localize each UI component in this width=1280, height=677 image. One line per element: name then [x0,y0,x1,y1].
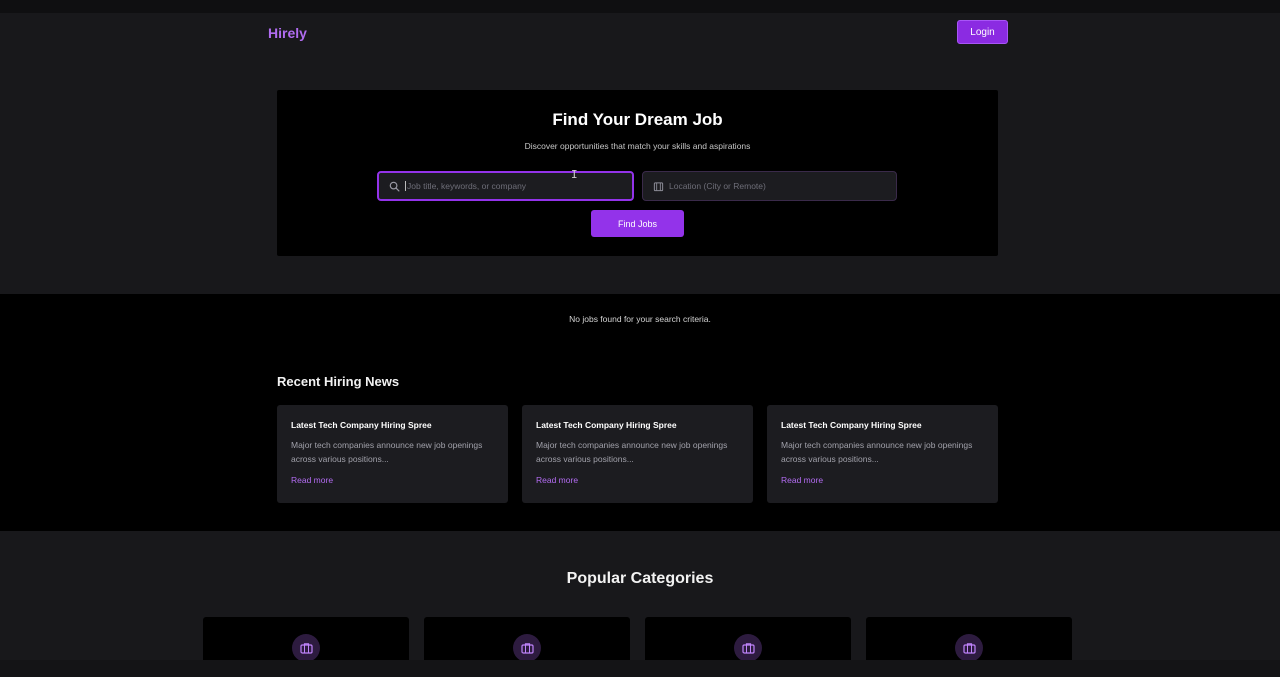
news-card: Latest Tech Company Hiring Spree Major t… [767,405,998,503]
briefcase-icon [292,634,320,662]
bottom-bar [0,660,1280,677]
news-card-body: Major tech companies announce new job op… [291,440,483,464]
job-search-input[interactable] [407,181,617,191]
news-card-title: Latest Tech Company Hiring Spree [536,420,677,430]
find-jobs-button[interactable]: Find Jobs [591,210,684,237]
news-card-title: Latest Tech Company Hiring Spree [781,420,922,430]
read-more-link[interactable]: Read more [291,475,333,485]
read-more-link[interactable]: Read more [781,475,823,485]
brand-logo[interactable]: Hirely [268,25,307,41]
categories-section-title: Popular Categories [566,570,714,587]
building-icon [652,180,664,192]
location-input[interactable] [669,181,879,191]
mouse-cursor-icon: I [571,168,578,181]
location-field[interactable] [642,171,897,201]
news-card: Latest Tech Company Hiring Spree Major t… [277,405,508,503]
login-button[interactable]: Login [957,20,1008,44]
news-card-title: Latest Tech Company Hiring Spree [291,420,432,430]
news-card: Latest Tech Company Hiring Spree Major t… [522,405,753,503]
briefcase-icon [955,634,983,662]
top-bar [0,0,1280,13]
job-search-field[interactable] [377,171,634,201]
text-caret [405,181,406,191]
briefcase-icon [734,634,762,662]
news-section-title: Recent Hiring News [277,374,400,389]
no-jobs-message: No jobs found for your search criteria. [569,314,711,324]
news-card-body: Major tech companies announce new job op… [781,440,973,464]
read-more-link[interactable]: Read more [536,475,578,485]
hero-title: Find Your Dream Job [552,110,723,129]
hero-search-panel: Find Your Dream Job Discover opportuniti… [277,90,998,256]
hero-subtitle: Discover opportunities that match your s… [524,141,751,151]
briefcase-icon [513,634,541,662]
search-icon [388,180,400,192]
news-card-body: Major tech companies announce new job op… [536,440,728,464]
